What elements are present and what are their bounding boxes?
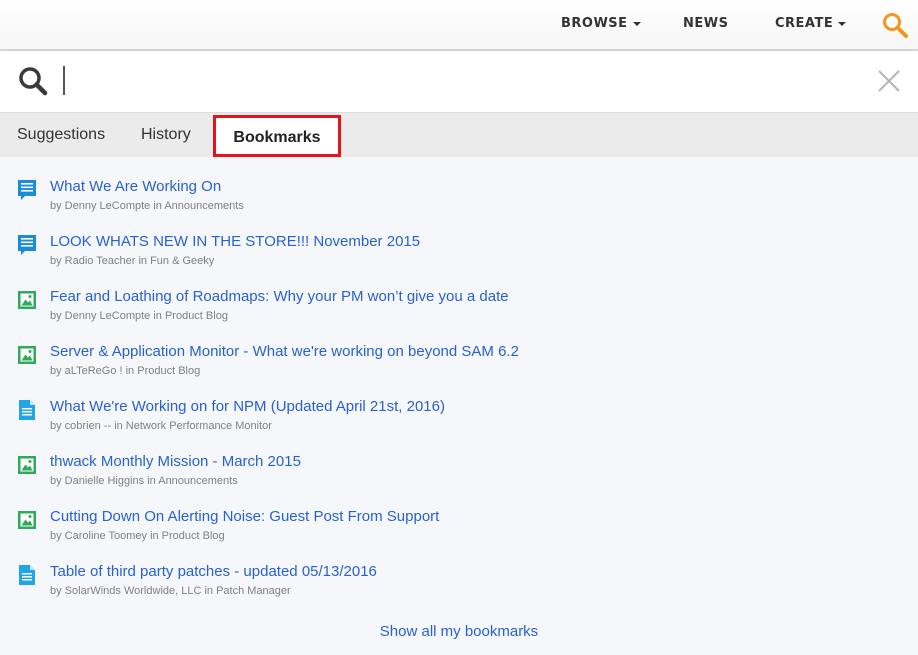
bookmark-meta: by SolarWinds Worldwide, LLC in Patch Ma… xyxy=(50,585,291,597)
discussion-icon xyxy=(17,179,37,201)
bookmark-title-link[interactable]: thwack Monthly Mission - March 2015 xyxy=(50,452,301,472)
bookmark-meta: by Caroline Toomey in Product Blog xyxy=(50,530,225,542)
bookmark-item[interactable]: Table of third party patches - updated 0… xyxy=(0,562,918,612)
close-icon[interactable] xyxy=(877,69,901,93)
text-cursor xyxy=(63,66,65,95)
tab-suggestions[interactable]: Suggestions xyxy=(17,113,105,157)
bookmark-title-link[interactable]: LOOK WHATS NEW IN THE STORE!!! November … xyxy=(50,232,420,252)
search-icon[interactable] xyxy=(881,11,909,39)
bookmark-meta: by Radio Teacher in Fun & Geeky xyxy=(50,255,215,267)
bookmark-item[interactable]: Server & Application Monitor - What we'r… xyxy=(0,342,918,392)
blog-post-icon xyxy=(17,509,37,531)
bookmark-title-link[interactable]: Fear and Loathing of Roadmaps: Why your … xyxy=(50,287,509,307)
bookmark-title-link[interactable]: Server & Application Monitor - What we'r… xyxy=(50,342,519,362)
tab-bookmarks[interactable]: Bookmarks xyxy=(213,115,341,157)
blog-post-icon xyxy=(17,344,37,366)
caret-down-icon xyxy=(838,21,847,26)
bookmark-meta: by Danielle Higgins in Announcements xyxy=(50,475,238,487)
tab-history[interactable]: History xyxy=(141,113,191,157)
bookmark-item[interactable]: What We Are Working On by Denny LeCompte … xyxy=(0,177,918,227)
show-all-bookmarks-link[interactable]: Show all my bookmarks xyxy=(0,623,918,640)
nav-browse-menu[interactable]: BROWSE xyxy=(561,14,641,34)
bookmark-meta: by cobrien -- in Network Performance Mon… xyxy=(50,420,272,432)
search-bar xyxy=(0,51,918,113)
nav-browse-label: BROWSE xyxy=(561,16,628,31)
bookmark-list: Show all my bookmarks What We Are Workin… xyxy=(0,157,918,655)
document-icon xyxy=(17,399,37,421)
blog-post-icon xyxy=(17,289,37,311)
nav-create-menu[interactable]: CREATE xyxy=(775,14,847,34)
search-input[interactable] xyxy=(68,63,848,99)
bookmark-item[interactable]: thwack Monthly Mission - March 2015 by Da… xyxy=(0,452,918,502)
nav-news-label: NEWS xyxy=(683,16,729,31)
bookmark-title-link[interactable]: What We Are Working On xyxy=(50,177,221,197)
bookmark-item[interactable]: Fear and Loathing of Roadmaps: Why your … xyxy=(0,287,918,337)
bookmark-item[interactable]: LOOK WHATS NEW IN THE STORE!!! November … xyxy=(0,232,918,282)
caret-down-icon xyxy=(632,21,641,26)
document-icon xyxy=(17,564,37,586)
discussion-icon xyxy=(17,234,37,256)
nav-create-label: CREATE xyxy=(775,16,834,31)
bookmark-title-link[interactable]: Cutting Down On Alerting Noise: Guest Po… xyxy=(50,507,439,527)
nav-news-link[interactable]: NEWS xyxy=(683,14,728,34)
bookmark-title-link[interactable]: What We're Working on for NPM (Updated A… xyxy=(50,397,445,417)
top-navigation-bar: BROWSE NEWS CREATE xyxy=(0,0,918,50)
search-tabs: Suggestions History Bookmarks xyxy=(0,113,918,157)
bookmark-item[interactable]: Cutting Down On Alerting Noise: Guest Po… xyxy=(0,507,918,557)
bookmark-meta: by Denny LeCompte in Product Blog xyxy=(50,310,228,322)
bookmark-title-link[interactable]: Table of third party patches - updated 0… xyxy=(50,562,377,582)
bookmark-meta: by aLTeReGo ! in Product Blog xyxy=(50,365,201,377)
bookmark-item[interactable]: What We're Working on for NPM (Updated A… xyxy=(0,397,918,447)
bookmark-meta: by Denny LeCompte in Announcements xyxy=(50,200,244,212)
blog-post-icon xyxy=(17,454,37,476)
magnifier-icon xyxy=(19,67,48,96)
